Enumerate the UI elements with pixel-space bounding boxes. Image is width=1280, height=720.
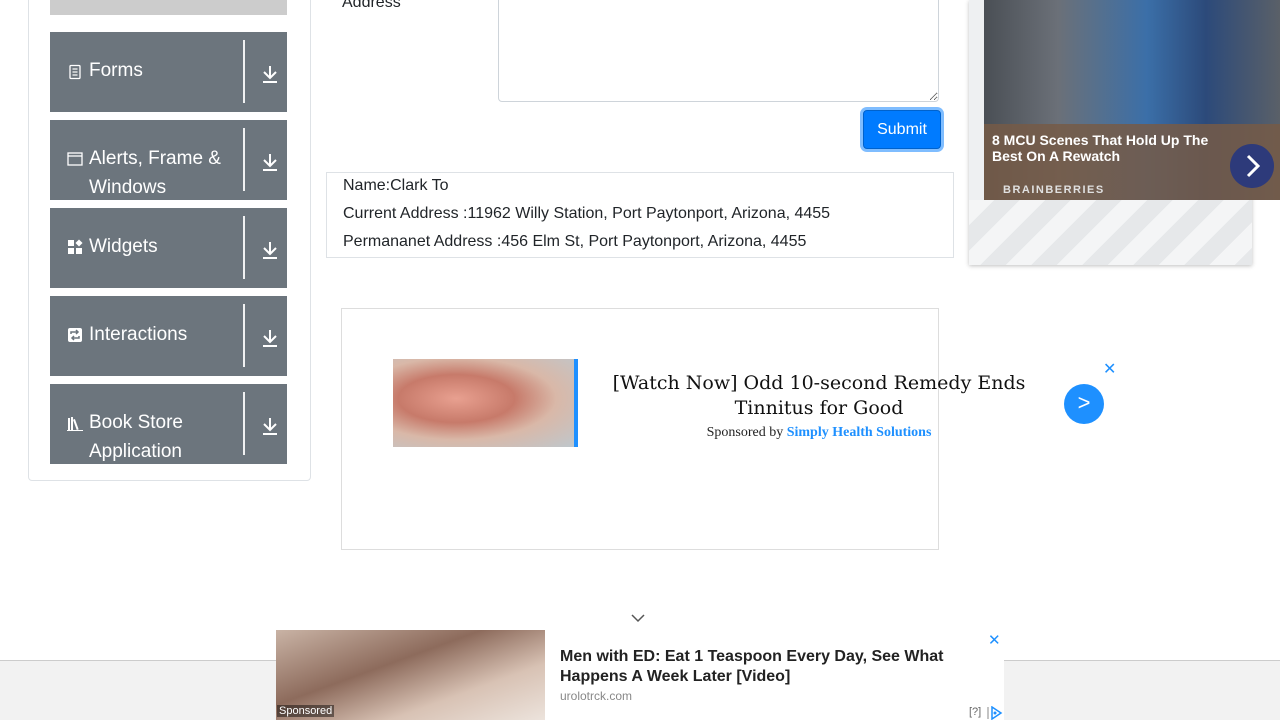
mid-ad-title[interactable]: [Watch Now] Odd 10-second Remedy Ends Ti… — [598, 371, 1040, 421]
right-ad-image[interactable]: 8 MCU Scenes That Hold Up The Best On A … — [984, 0, 1280, 200]
sidebar-group-interactions[interactable]: Interactions — [50, 296, 287, 376]
interactions-icon — [68, 328, 82, 342]
output-panel: Name:Clark To Current Address :11962 Wil… — [326, 172, 954, 258]
right-ad-title[interactable]: 8 MCU Scenes That Hold Up The Best On A … — [992, 132, 1232, 164]
divider — [243, 304, 245, 367]
sidebar-group-label: Interactions — [89, 324, 188, 345]
ad-background-pattern — [969, 200, 1252, 265]
address-textarea[interactable] — [498, 0, 939, 102]
download-icon[interactable] — [261, 240, 279, 260]
output-permanent-address: Permananet Address :456 Elm St, Port Pay… — [343, 233, 807, 250]
sponsored-label: Sponsored — [277, 705, 335, 717]
books-icon — [67, 417, 83, 431]
mid-ad-go-button[interactable]: > — [1064, 384, 1104, 424]
sponsor-name[interactable]: Simply Health Solutions — [787, 425, 932, 440]
output-current-address: Current Address :11962 Willy Station, Po… — [343, 205, 831, 222]
sidebar-group-label: Widgets — [89, 236, 158, 257]
form-icon — [69, 64, 81, 80]
sidebar-group-book-store[interactable]: Book Store Application — [50, 384, 287, 464]
download-icon[interactable] — [261, 64, 279, 84]
bottom-ad-url: urolotrck.com — [560, 689, 633, 703]
download-icon[interactable] — [261, 416, 279, 436]
download-icon[interactable] — [261, 328, 279, 348]
sidebar-group-widgets[interactable]: Widgets — [50, 208, 287, 288]
divider — [243, 392, 245, 455]
sidebar-group-label: Book Store Application — [89, 412, 183, 462]
sponsored-by-label: Sponsored by — [706, 425, 784, 440]
bottom-ad-title[interactable]: Men with ED: Eat 1 Teaspoon Every Day, S… — [560, 647, 980, 687]
mid-ad-image[interactable] — [393, 359, 578, 447]
window-icon — [67, 152, 83, 166]
sidebar-group-collapsed-strip[interactable] — [50, 0, 287, 15]
sidebar-group-label: Forms — [89, 60, 143, 81]
close-icon[interactable]: ✕ — [988, 631, 1001, 649]
close-icon[interactable]: ✕ — [1103, 359, 1116, 379]
divider — [243, 40, 245, 103]
adchoices-icon[interactable] — [987, 706, 1003, 720]
ad-help-link[interactable]: [?] — [969, 706, 981, 718]
sidebar-group-alerts[interactable]: Alerts, Frame & Windows — [50, 120, 287, 200]
widgets-icon — [68, 239, 83, 254]
divider — [243, 128, 245, 191]
sidebar-group-label: Alerts, Frame & Windows — [89, 148, 221, 198]
mid-ad-sponsor-line: Sponsored by Simply Health Solutions — [598, 425, 1040, 441]
address-label: Address — [342, 0, 401, 11]
divider — [243, 216, 245, 279]
sidebar-group-forms[interactable]: Forms — [50, 32, 287, 112]
chevron-right-icon[interactable] — [1230, 144, 1274, 188]
chevron-down-icon[interactable] — [630, 612, 646, 624]
submit-button[interactable]: Submit — [863, 110, 941, 149]
right-ad-brand: BRAINBERRIES — [1003, 184, 1105, 196]
download-icon[interactable] — [261, 152, 279, 172]
output-name: Name:Clark To — [343, 177, 449, 194]
